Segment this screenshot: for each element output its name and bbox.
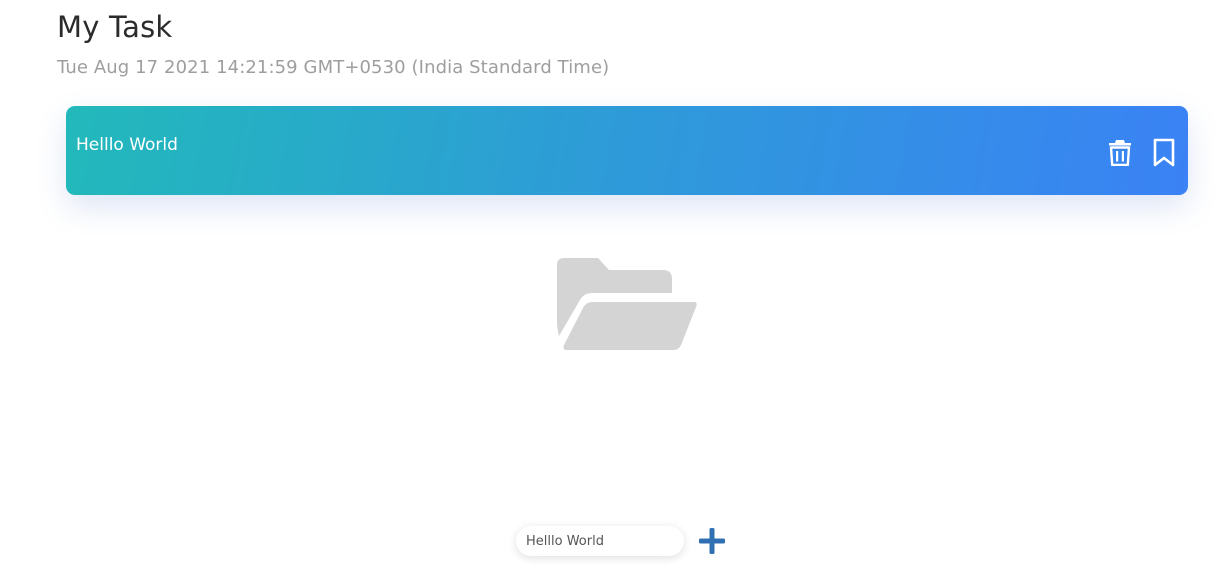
page-title: My Task	[57, 10, 173, 44]
task-text: Helllo World	[76, 135, 178, 155]
delete-task-button[interactable]	[1107, 137, 1133, 167]
add-task-button[interactable]	[698, 527, 726, 555]
folder-open-icon	[557, 258, 697, 350]
task-card: Helllo World	[66, 106, 1188, 195]
bookmark-task-button[interactable]	[1151, 137, 1177, 167]
empty-state	[557, 258, 697, 351]
task-actions	[1107, 137, 1177, 167]
current-date: Tue Aug 17 2021 14:21:59 GMT+0530 (India…	[57, 57, 610, 78]
task-page: My Task Tue Aug 17 2021 14:21:59 GMT+053…	[0, 0, 1228, 585]
bookmark-icon	[1153, 138, 1175, 166]
add-task-bar	[516, 526, 726, 556]
trash-icon	[1109, 140, 1131, 166]
task-input[interactable]	[516, 526, 684, 556]
plus-icon	[699, 528, 725, 554]
